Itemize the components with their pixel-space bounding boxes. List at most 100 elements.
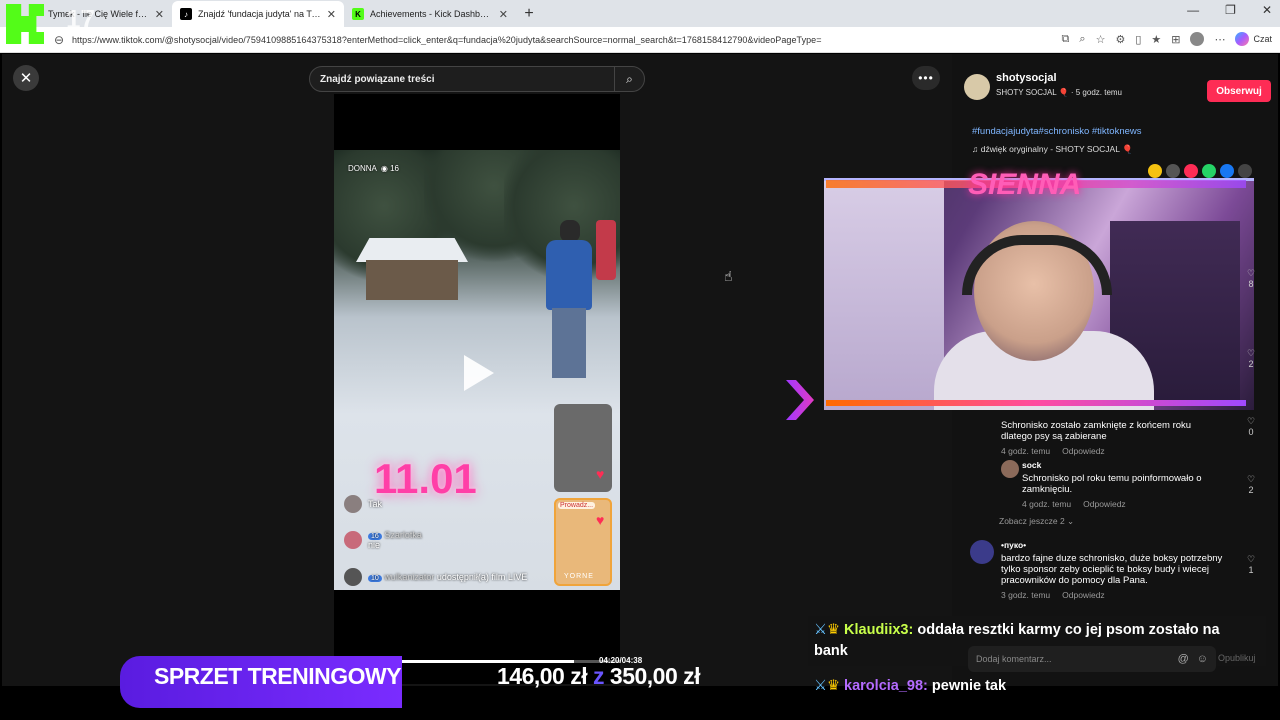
tiktok-icon: ♪ xyxy=(180,8,192,20)
card-label: YORNE xyxy=(564,573,594,580)
zoom-icon[interactable]: ⌕ xyxy=(1079,33,1085,46)
comment-like[interactable]: ♡ 2 xyxy=(1244,348,1258,369)
kick-counter: 17 xyxy=(66,4,95,34)
like-count: 8 xyxy=(1248,279,1254,289)
comment-username[interactable]: sock xyxy=(1022,460,1232,470)
collections-icon[interactable]: ⊞ xyxy=(1171,33,1180,46)
avatar[interactable] xyxy=(964,74,990,100)
mention-icon[interactable]: @ xyxy=(1178,653,1189,665)
video-area: ✕ ⌕ ••• DONNA ◉ 16 xyxy=(2,54,952,686)
chat-username: wulkanizator xyxy=(384,572,435,582)
see-more-label: Zobacz jeszcze 2 xyxy=(999,516,1065,526)
split-icon[interactable]: ▯ xyxy=(1135,33,1141,46)
tab-strip: Tymek - Ile Cię Wiele ft. Big Scythe ✕ ♪… xyxy=(0,0,1280,27)
hashtags[interactable]: #fundacjajudyta#schronisko #tiktoknews xyxy=(972,126,1142,137)
streamer-webcam xyxy=(824,178,1254,410)
search-icon[interactable]: ⌕ xyxy=(614,67,644,91)
close-icon[interactable]: ✕ xyxy=(499,8,508,21)
heart-icon: ♥ xyxy=(596,466,605,482)
avatar[interactable] xyxy=(1001,460,1019,478)
card-tag: Prowadz... xyxy=(558,502,596,509)
browser-window: Tymek - Ile Cię Wiele ft. Big Scythe ✕ ♪… xyxy=(0,0,1280,720)
comment-like[interactable]: ♡ 1 xyxy=(1244,554,1258,575)
viewer-count: 16 xyxy=(390,164,400,173)
close-window-icon[interactable]: ✕ xyxy=(1262,3,1272,17)
comment-like[interactable]: ♡ 0 xyxy=(1244,416,1258,437)
facebook-icon[interactable] xyxy=(1220,164,1234,178)
profile-avatar[interactable] xyxy=(1190,32,1205,46)
comment-time: 4 godz. temu xyxy=(1022,499,1072,509)
close-icon[interactable]: ✕ xyxy=(327,8,336,21)
chat-text: Tak xyxy=(368,499,383,509)
comment-text: bardzo fajne duze schronisko, duże boksy… xyxy=(1001,553,1223,586)
dog-kennel xyxy=(356,238,468,300)
tab-tiktok[interactable]: ♪ Znajdź 'fundacja judyta' na TikTok ✕ xyxy=(172,1,344,27)
publish-button[interactable]: Opublikuj xyxy=(1218,653,1256,663)
favorite-icon[interactable]: ☆ xyxy=(1096,33,1106,46)
send-icon[interactable] xyxy=(1184,164,1198,178)
neon-frame-bottom xyxy=(786,380,1256,420)
stream-chat-line: ⚔♛ karolcia_98: pewnie tak xyxy=(814,678,1006,694)
live-chat-line: 10 wulkanizator udostępnił(a) film LIVE xyxy=(344,568,527,586)
avatar[interactable] xyxy=(970,540,994,564)
goal-label: SPRZET TRENINGOWY xyxy=(154,663,402,689)
reply-link[interactable]: Odpowiedz xyxy=(1083,499,1126,509)
play-icon[interactable] xyxy=(464,355,494,391)
tab-label: Znajdź 'fundacja judyta' na TikTok xyxy=(198,9,321,19)
url-field[interactable]: https://www.tiktok.com/@shotysocjal/vide… xyxy=(72,35,1072,45)
sword-icon: ⚔ xyxy=(814,678,827,694)
author-name[interactable]: shotysocjal xyxy=(996,72,1057,84)
live-chat-line: 16 Szarlotka nie xyxy=(344,530,422,550)
whatsapp-icon[interactable] xyxy=(1202,164,1216,178)
minimize-icon[interactable]: — xyxy=(1187,3,1199,17)
address-toolbar: ⊖ https://www.tiktok.com/@shotysocjal/vi… xyxy=(0,27,1280,53)
video-player[interactable]: DONNA ◉ 16 11.01 Tak 16 Szarlotka nie 10… xyxy=(334,94,620,684)
comment-like[interactable]: ♡ 2 xyxy=(1244,474,1258,495)
search-input[interactable] xyxy=(320,73,614,85)
sword-icon: ⚔ xyxy=(814,622,827,638)
chat-username: karolcia_98: xyxy=(844,678,928,694)
comment-username[interactable]: •пуко• xyxy=(1001,540,1237,550)
music-label[interactable]: ♫ dźwięk oryginalny - SHOTY SOCJAL 🎈 xyxy=(972,144,1133,155)
date-overlay: 11.01 xyxy=(374,455,477,502)
level-badge: 10 xyxy=(368,575,382,582)
kick-icon: K xyxy=(352,8,364,20)
menu-icon[interactable]: ⋯ xyxy=(1214,33,1225,46)
close-icon[interactable]: ✕ xyxy=(155,8,164,21)
restore-icon[interactable]: ❐ xyxy=(1225,3,1236,17)
comment-box: @ ☺ xyxy=(968,646,1216,672)
goal-current: 146,00 zł xyxy=(497,663,588,689)
live-header: DONNA ◉ 16 xyxy=(348,164,400,173)
like-count: 2 xyxy=(1248,359,1254,369)
favorites-bar-icon[interactable]: ★ xyxy=(1151,33,1161,46)
new-tab-button[interactable]: + xyxy=(516,1,542,27)
follow-button[interactable]: Obserwuj xyxy=(1207,80,1271,102)
app-icon[interactable]: ⧉ xyxy=(1062,33,1070,46)
share-icon[interactable] xyxy=(1238,164,1252,178)
goal-target: 350,00 zł xyxy=(609,663,701,689)
comment-time: 4 godz. temu xyxy=(1001,446,1051,456)
see-more-replies[interactable]: Zobacz jeszcze 2 ⌄ xyxy=(999,516,1074,527)
copilot-label: Czat xyxy=(1253,34,1272,44)
goal-separator: z xyxy=(593,663,605,689)
embed-icon[interactable] xyxy=(1166,164,1180,178)
comment-like[interactable]: ♡ 8 xyxy=(1244,268,1258,289)
related-search: ⌕ xyxy=(309,66,645,92)
reply-link[interactable]: Odpowiedz xyxy=(1062,446,1105,456)
emoji-icon[interactable]: ☺ xyxy=(1197,653,1208,665)
level-badge: 16 xyxy=(368,533,382,540)
tab-label: Tymek - Ile Cię Wiele ft. Big Scythe xyxy=(48,9,149,19)
reply-link[interactable]: Odpowiedz xyxy=(1062,590,1105,600)
live-username: DONNA xyxy=(348,164,377,173)
like-count: 1 xyxy=(1248,565,1254,575)
comment-input[interactable] xyxy=(976,654,1170,664)
coin-icon[interactable] xyxy=(1148,164,1162,178)
chat-text: pewnie tak xyxy=(931,678,1007,694)
author-block: shotysocjal SHOTY SOCJAL 🎈 · 5 godz. tem… xyxy=(964,68,1271,168)
extensions-icon[interactable]: ⚙ xyxy=(1115,33,1125,46)
close-button[interactable]: ✕ xyxy=(13,65,39,91)
more-options-button[interactable]: ••• xyxy=(912,66,940,90)
copilot-button[interactable]: Czat xyxy=(1235,32,1272,46)
chat-text: nie xyxy=(368,540,381,550)
tab-kick[interactable]: K Achievements - Kick Dashboard ✕ xyxy=(344,1,516,27)
